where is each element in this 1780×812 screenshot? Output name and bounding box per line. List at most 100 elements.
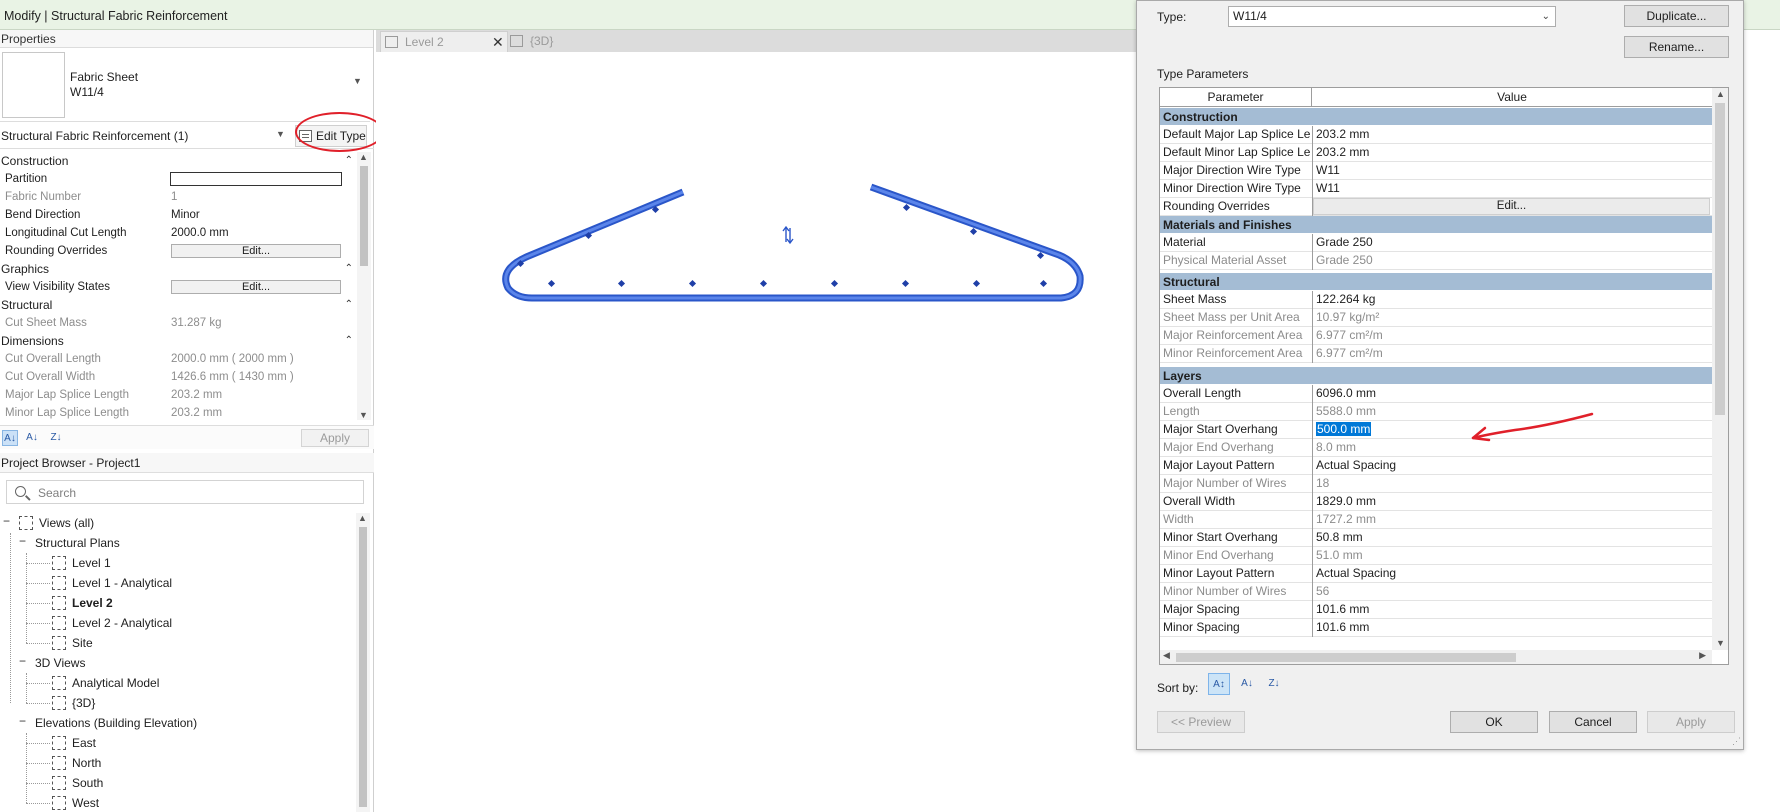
flip-control-icon[interactable]	[782, 225, 794, 245]
collapse-icon[interactable]: −	[19, 714, 26, 728]
tree-root-views[interactable]: Views (all)	[19, 513, 94, 533]
sort-az-icon[interactable]: A↓	[1236, 673, 1258, 695]
param-value[interactable]: 50.8 mm	[1316, 529, 1363, 546]
tree-item-site[interactable]: Site	[52, 633, 93, 653]
group-materials[interactable]: Materials and Finishes	[1160, 216, 1712, 234]
param-row-default-major-lap[interactable]: Default Major Lap Splice Le 203.2 mm	[1160, 126, 1712, 144]
param-value[interactable]: 203.2 mm	[1316, 144, 1369, 161]
param-value[interactable]: 101.6 mm	[1316, 601, 1369, 618]
tab-3d[interactable]: {3D}	[506, 31, 586, 52]
param-row-major-layout[interactable]: Major Layout Pattern Actual Spacing	[1160, 457, 1712, 475]
group-dimensions[interactable]: Dimensions ⌃	[0, 332, 357, 350]
scroll-down-icon[interactable]: ▼	[359, 410, 368, 420]
param-value[interactable]: 1829.0 mm	[1316, 493, 1376, 510]
param-value[interactable]: W11	[1316, 180, 1340, 197]
visibility-edit-button[interactable]: Edit...	[171, 280, 341, 294]
properties-scrollbar[interactable]: ▲ ▼	[357, 152, 371, 420]
group-graphics[interactable]: Graphics ⌃	[0, 260, 357, 278]
group-structural[interactable]: Structural ⌃	[0, 296, 357, 314]
tree-item-level2-analytical[interactable]: Level 2 - Analytical	[52, 613, 172, 633]
prop-value[interactable]: Minor	[171, 206, 200, 224]
fabric-sheet-drawing[interactable]	[376, 52, 1136, 352]
fabric-sheet-outline[interactable]	[502, 183, 1084, 302]
param-row-overall-width[interactable]: Overall Width 1829.0 mm	[1160, 493, 1712, 511]
param-value[interactable]: Actual Spacing	[1316, 565, 1396, 582]
collapse-icon[interactable]: −	[19, 534, 26, 548]
param-value[interactable]: Actual Spacing	[1316, 457, 1396, 474]
prop-row-long-cut-length[interactable]: Longitudinal Cut Length 2000.0 mm	[0, 224, 357, 242]
dialog-apply-button[interactable]: Apply	[1647, 711, 1735, 733]
group-layers[interactable]: Layers	[1160, 367, 1712, 385]
tree-3d-views[interactable]: 3D Views	[35, 653, 85, 673]
param-value[interactable]: 6096.0 mm	[1316, 385, 1376, 402]
param-value[interactable]: 122.264 kg	[1316, 291, 1375, 308]
tree-item-north[interactable]: North	[52, 753, 101, 773]
param-row-minor-layout[interactable]: Minor Layout Pattern Actual Spacing	[1160, 565, 1712, 583]
tree-item-east[interactable]: East	[52, 733, 96, 753]
chevron-down-icon[interactable]: ▼	[276, 129, 285, 139]
tree-item-analytical-model[interactable]: Analytical Model	[52, 673, 159, 693]
chevron-down-icon[interactable]: ▼	[353, 76, 362, 86]
param-row-minor-spacing[interactable]: Minor Spacing 101.6 mm	[1160, 619, 1712, 637]
sort-za-icon[interactable]: Z↓	[48, 430, 64, 446]
prop-value[interactable]: 2000.0 mm	[171, 224, 229, 242]
collapse-icon[interactable]: ⌃	[345, 152, 353, 170]
tree-item-3d[interactable]: {3D}	[52, 693, 95, 713]
close-icon[interactable]: ✕	[492, 32, 504, 53]
sort-ascending-icon[interactable]: A↓	[2, 430, 18, 446]
prop-row-bend-direction[interactable]: Bend Direction Minor	[0, 206, 357, 224]
rounding-edit-button[interactable]: Edit...	[171, 244, 341, 258]
scroll-up-icon[interactable]: ▲	[359, 152, 368, 162]
drawing-canvas[interactable]	[376, 52, 1136, 812]
param-value[interactable]: 203.2 mm	[1316, 126, 1369, 143]
param-value[interactable]: Grade 250	[1316, 234, 1373, 251]
resize-grip-icon[interactable]: ⋰	[1732, 736, 1741, 747]
tree-item-west[interactable]: West	[52, 793, 99, 812]
param-value[interactable]: 101.6 mm	[1316, 619, 1369, 636]
tab-level-2[interactable]: Level 2 ✕	[380, 31, 508, 52]
tree-elevations[interactable]: Elevations (Building Elevation)	[35, 713, 197, 733]
ok-button[interactable]: OK	[1450, 711, 1538, 733]
duplicate-button[interactable]: Duplicate...	[1624, 5, 1729, 27]
param-row-overall-length[interactable]: Overall Length 6096.0 mm	[1160, 385, 1712, 403]
sort-ascending-icon[interactable]: A↕	[1208, 673, 1230, 695]
rename-button[interactable]: Rename...	[1624, 36, 1729, 58]
col-header-value[interactable]: Value	[1313, 88, 1711, 107]
scroll-thumb[interactable]	[359, 527, 367, 807]
sort-az-icon[interactable]: A↓	[24, 430, 40, 446]
chevron-down-icon[interactable]: ⌄	[1542, 7, 1550, 26]
param-row-sheet-mass[interactable]: Sheet Mass 122.264 kg	[1160, 291, 1712, 309]
collapse-icon[interactable]: −	[3, 514, 10, 528]
type-dropdown[interactable]: W11/4 ⌄	[1228, 6, 1556, 27]
partition-input[interactable]	[170, 172, 342, 186]
grid-horizontal-scrollbar[interactable]: ◀ ▶	[1160, 650, 1712, 664]
scroll-thumb[interactable]	[1715, 103, 1725, 415]
browser-scrollbar[interactable]: ▲	[356, 513, 370, 812]
group-construction[interactable]: Construction ⌃	[0, 152, 357, 170]
grid-vertical-scrollbar[interactable]: ▲ ▼	[1712, 88, 1728, 650]
collapse-icon[interactable]: ⌃	[345, 296, 353, 314]
scroll-left-icon[interactable]: ◀	[1163, 650, 1170, 661]
scroll-thumb[interactable]	[1176, 653, 1516, 662]
tree-item-level1[interactable]: Level 1	[52, 553, 111, 573]
tree-item-south[interactable]: South	[52, 773, 103, 793]
sort-za-icon[interactable]: Z↓	[1263, 673, 1285, 695]
rounding-edit-button[interactable]: Edit...	[1313, 198, 1710, 215]
group-structural[interactable]: Structural	[1160, 273, 1712, 291]
param-row-material[interactable]: Material Grade 250	[1160, 234, 1712, 252]
cancel-button[interactable]: Cancel	[1549, 711, 1637, 733]
tree-structural-plans[interactable]: Structural Plans	[35, 533, 120, 553]
browser-search-input[interactable]: Search	[6, 480, 364, 504]
tree-item-level2[interactable]: Level 2	[52, 593, 113, 613]
param-value[interactable]: W11	[1316, 162, 1340, 179]
collapse-icon[interactable]: ⌃	[345, 332, 353, 350]
param-row-major-wire-type[interactable]: Major Direction Wire Type W11	[1160, 162, 1712, 180]
scroll-down-icon[interactable]: ▼	[1716, 638, 1725, 648]
scroll-right-icon[interactable]: ▶	[1699, 650, 1706, 661]
group-construction[interactable]: Construction	[1160, 108, 1712, 126]
type-selector[interactable]: Fabric Sheet W11/4 ▼	[0, 50, 370, 122]
scroll-thumb[interactable]	[360, 166, 368, 266]
collapse-icon[interactable]: −	[19, 654, 26, 668]
col-header-parameter[interactable]: Parameter	[1160, 88, 1312, 107]
instance-filter-dropdown[interactable]: Structural Fabric Reinforcement (1)	[1, 129, 188, 143]
